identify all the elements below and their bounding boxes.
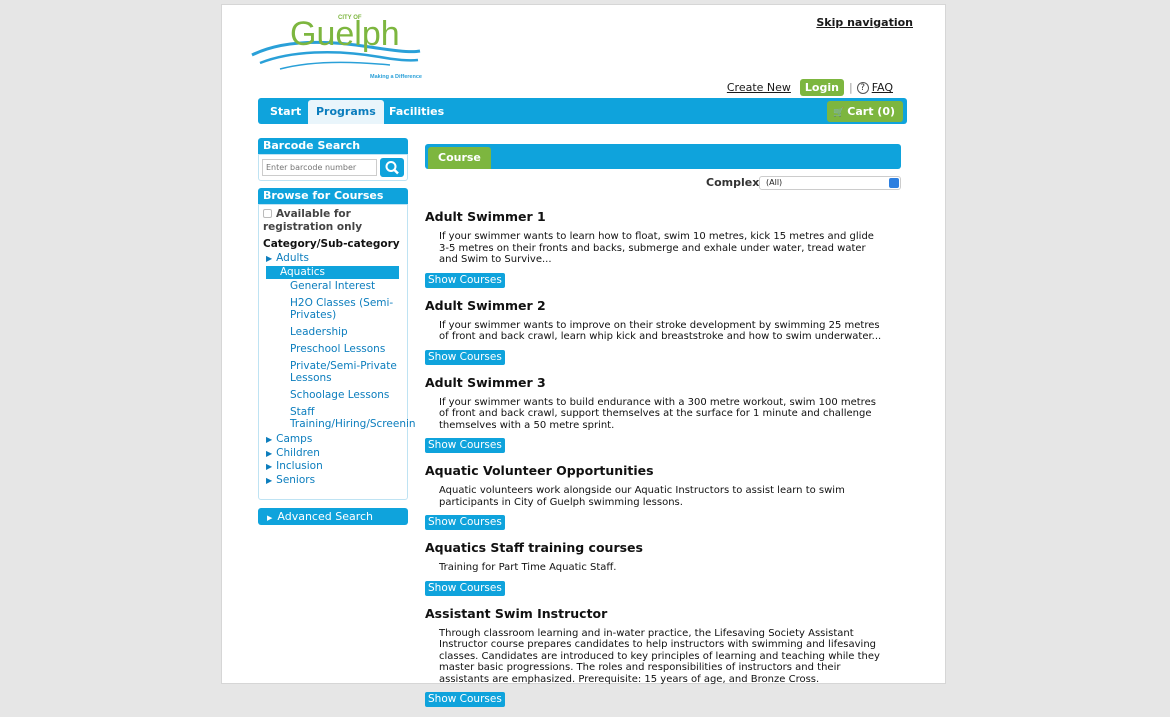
- search-icon: [385, 161, 399, 175]
- course-title[interactable]: Assistant Swim Instructor: [425, 606, 901, 621]
- complex-filter-row: Complex (All): [425, 169, 901, 195]
- expand-arrow-icon: ▶: [266, 254, 273, 263]
- logo-text: Guelph: [290, 15, 400, 53]
- course-title[interactable]: Adult Swimmer 2: [425, 298, 901, 313]
- subcategory-general-interest[interactable]: General Interest: [263, 280, 403, 292]
- skip-navigation-link[interactable]: Skip navigation: [816, 16, 913, 29]
- expand-arrow-icon: ▶: [266, 475, 273, 485]
- page-container: CITY OF Guelph Making a Difference Skip …: [221, 4, 946, 707]
- course-description: If your swimmer wants to improve on thei…: [439, 319, 882, 343]
- category-seniors[interactable]: ▶ Seniors: [263, 474, 403, 488]
- cart-label: Cart (0): [847, 105, 895, 118]
- course-title[interactable]: Aquatic Volunteer Opportunities: [425, 463, 901, 478]
- barcode-input[interactable]: [262, 159, 377, 176]
- available-only-checkbox[interactable]: [263, 209, 272, 218]
- expand-arrow-icon: ▶: [266, 448, 273, 458]
- cart-icon: 🛒: [833, 108, 845, 118]
- course-description: Through classroom learning and in-water …: [439, 627, 880, 685]
- category-label: Adults: [276, 252, 309, 264]
- complex-label: Complex: [706, 176, 760, 189]
- utility-links: Create New Login | ? FAQ: [727, 79, 893, 96]
- sidebar: Barcode Search Browse for Courses Availa…: [258, 138, 416, 525]
- available-only-label: Available for registration only: [263, 208, 363, 233]
- course-description: If your swimmer wants to learn how to fl…: [439, 231, 874, 265]
- show-courses-button[interactable]: Show Courses: [425, 272, 505, 288]
- subcategory-preschool[interactable]: Preschool Lessons: [263, 343, 403, 355]
- course-tab-bar: Course: [425, 144, 901, 169]
- category-title: Category/Sub-category: [263, 238, 400, 250]
- logo-graphic: CITY OF Guelph Making a Difference: [251, 15, 422, 80]
- advanced-search-label: Advanced Search: [277, 510, 374, 523]
- browse-courses-box: Available for registration only Category…: [258, 204, 416, 500]
- show-courses-button[interactable]: Show Courses: [425, 515, 505, 530]
- barcode-search-button[interactable]: [380, 158, 404, 177]
- course-item: Adult Swimmer 3 If your swimmer wants to…: [425, 375, 901, 453]
- course-title[interactable]: Adult Swimmer 1: [425, 209, 901, 224]
- logo-tagline: Making a Difference: [370, 74, 422, 80]
- course-description: Aquatic volunteers work alongside our Aq…: [439, 485, 845, 508]
- course-title[interactable]: Adult Swimmer 3: [425, 375, 901, 390]
- complex-select[interactable]: (All): [759, 176, 901, 190]
- separator: |: [848, 81, 853, 94]
- subcategory-h2o-classes[interactable]: H2O Classes (Semi-Privates): [263, 297, 403, 321]
- barcode-search-box: [258, 154, 408, 181]
- browse-courses-header: Browse for Courses: [258, 188, 408, 204]
- main-nav: Start Programs Facilities 🛒 Cart (0): [258, 98, 907, 124]
- category-label: Seniors: [276, 473, 316, 486]
- subcategory-leadership[interactable]: Leadership: [263, 326, 403, 338]
- subcategory-private[interactable]: Private/Semi-Private Lessons: [263, 360, 403, 384]
- show-courses-button[interactable]: Show Courses: [425, 692, 505, 707]
- course-item: Adult Swimmer 1 If your swimmer wants to…: [425, 209, 901, 288]
- expand-arrow-icon: ▶: [266, 462, 273, 471]
- cart-button[interactable]: 🛒 Cart (0): [827, 101, 903, 122]
- subcategory-schoolage[interactable]: Schoolage Lessons: [263, 389, 403, 401]
- subcategory-staff-training[interactable]: Staff Training/Hiring/Screenin: [263, 406, 416, 430]
- barcode-search-header: Barcode Search: [258, 138, 408, 154]
- category-camps[interactable]: ▶ Camps: [263, 433, 403, 447]
- tab-course[interactable]: Course: [428, 147, 491, 169]
- course-item: Adult Swimmer 2 If your swimmer wants to…: [425, 298, 901, 365]
- category-aquatics[interactable]: Aquatics: [266, 265, 399, 279]
- course-item: Assistant Swim Instructor Through classr…: [425, 606, 901, 707]
- expand-arrow-icon: ▶: [266, 435, 273, 444]
- category-children[interactable]: ▶ Children: [263, 447, 403, 461]
- select-arrows-icon: [889, 178, 899, 188]
- tab-facilities[interactable]: Facilities: [389, 100, 444, 124]
- complex-select-value: (All): [766, 178, 783, 187]
- advanced-search-button[interactable]: ▶ Advanced Search: [258, 508, 408, 525]
- course-item: Aquatic Volunteer Opportunities Aquatic …: [425, 463, 901, 530]
- tab-programs[interactable]: Programs: [308, 100, 384, 124]
- show-courses-button[interactable]: Show Courses: [425, 580, 505, 596]
- create-new-link[interactable]: Create New: [727, 81, 791, 94]
- available-only-option[interactable]: Available for registration only: [263, 208, 403, 234]
- category-adults[interactable]: ▶ Adults: [263, 252, 403, 266]
- course-title[interactable]: Aquatics Staff training courses: [425, 540, 901, 555]
- category-label: Camps: [276, 433, 313, 445]
- course-item: Aquatics Staff training courses Training…: [425, 540, 901, 596]
- help-icon[interactable]: ?: [856, 81, 869, 94]
- main-content: Course Complex (All) Adult Swimmer 1 If …: [425, 144, 901, 717]
- category-label: Children: [276, 446, 320, 459]
- faq-link[interactable]: FAQ: [872, 81, 893, 94]
- course-description: If your swimmer wants to build endurance…: [439, 396, 876, 431]
- chevron-right-icon: ▶: [267, 514, 273, 522]
- course-description: Training for Part Time Aquatic Staff.: [439, 562, 617, 573]
- show-courses-button[interactable]: Show Courses: [425, 438, 505, 453]
- login-button[interactable]: Login: [799, 79, 844, 96]
- category-inclusion[interactable]: ▶ Inclusion: [263, 460, 403, 474]
- tab-start[interactable]: Start: [270, 100, 301, 124]
- city-logo[interactable]: CITY OF Guelph Making a Difference: [250, 11, 425, 81]
- show-courses-button[interactable]: Show Courses: [425, 349, 505, 365]
- category-label: Inclusion: [276, 460, 323, 472]
